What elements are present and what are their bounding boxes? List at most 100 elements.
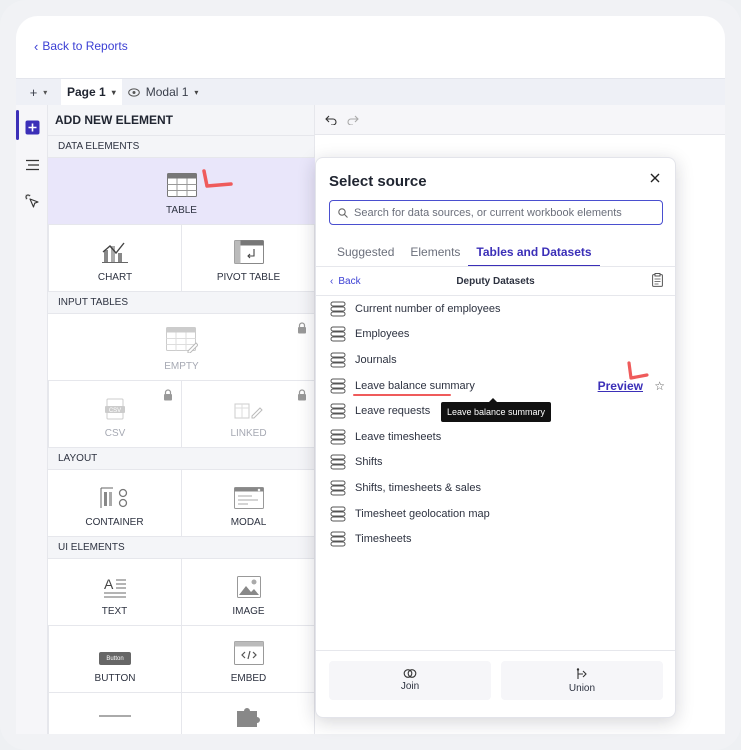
element-container-label: CONTAINER — [85, 517, 144, 528]
source-tabs: Suggested Elements Tables and Datasets — [329, 240, 600, 267]
element-button-label: BUTTON — [94, 673, 136, 684]
tooltip: Leave balance summary — [441, 398, 552, 422]
table-icon — [166, 173, 197, 197]
close-button[interactable] — [647, 170, 663, 186]
dataset-back-label: Back — [338, 275, 361, 287]
canvas-toolbar — [315, 105, 725, 135]
annotation-underline — [353, 393, 451, 396]
element-plugin[interactable] — [181, 692, 315, 734]
element-pivot-table-label: PIVOT TABLE — [216, 272, 281, 283]
dataset-item[interactable]: Shifts, timesheets & sales — [316, 475, 675, 501]
element-embed-label: EMBED — [230, 673, 267, 684]
image-icon — [236, 576, 261, 598]
undo-icon[interactable] — [325, 115, 337, 125]
button-icon-text: Button — [106, 655, 124, 662]
dataset-item-label: Leave requests — [355, 405, 431, 418]
search-field[interactable] — [329, 200, 663, 225]
element-image[interactable]: IMAGE — [181, 558, 315, 625]
element-container[interactable]: CONTAINER — [48, 469, 181, 536]
svg-text:A: A — [104, 576, 114, 592]
chart-icon — [102, 242, 128, 263]
list-icon — [25, 159, 39, 171]
dataset-item-label: Current number of employees — [355, 302, 501, 315]
dataset-item[interactable]: Leave timesheets — [316, 424, 675, 450]
dataset-item-label: Employees — [355, 328, 410, 341]
element-linked-label: LINKED — [230, 428, 267, 439]
dataset-item-label: Timesheets — [355, 533, 412, 546]
dataset-item[interactable]: Timesheet geolocation map — [316, 501, 675, 527]
embed-icon — [233, 641, 264, 665]
union-button[interactable]: Union — [501, 661, 663, 700]
element-table-label: TABLE — [166, 205, 197, 216]
element-empty-input-table[interactable]: EMPTY — [48, 313, 315, 380]
chevron-down-icon: ▾ — [111, 87, 116, 97]
add-element-panel: ADD NEW ELEMENT DATA ELEMENTS TABLE CHAR… — [48, 105, 315, 734]
element-chart[interactable]: CHART — [48, 224, 181, 291]
dataset-icon — [330, 506, 346, 522]
dataset-icon — [330, 480, 346, 496]
dataset-icon — [330, 531, 346, 547]
chevron-down-icon: ▾ — [43, 87, 48, 97]
search-input[interactable] — [354, 206, 654, 219]
section-ui-elements: UI ELEMENTS — [48, 536, 314, 558]
dataset-item[interactable]: Shifts — [316, 450, 675, 476]
redo-icon[interactable] — [347, 115, 359, 125]
dataset-icon — [330, 454, 346, 470]
element-text[interactable]: A TEXT — [48, 558, 181, 625]
chevron-left-icon: ‹ — [330, 275, 334, 287]
dataset-item-label: Shifts, timesheets & sales — [355, 481, 481, 494]
element-divider[interactable] — [48, 692, 181, 734]
tab-elements[interactable]: Elements — [402, 240, 468, 267]
dataset-item[interactable]: Employees — [316, 322, 675, 348]
svg-text:CSV: CSV — [109, 408, 121, 414]
pivot-table-icon — [233, 240, 264, 264]
element-csv[interactable]: CSV CSV — [48, 380, 181, 447]
dataset-item[interactable]: Journals — [316, 347, 675, 373]
clipboard-icon[interactable] — [652, 273, 663, 287]
dataset-icon — [330, 429, 346, 445]
lock-icon — [298, 389, 306, 401]
dataset-icon — [330, 326, 346, 342]
rail-active-indicator — [16, 110, 19, 140]
star-icon[interactable]: ☆ — [654, 379, 665, 393]
tab-page-1[interactable]: Page 1 ▾ — [61, 78, 122, 106]
dataset-item-label: Leave timesheets — [355, 430, 442, 443]
divider-icon — [99, 715, 131, 717]
union-icon — [576, 667, 587, 679]
lock-icon — [298, 322, 306, 334]
cursor-click-icon — [25, 194, 39, 208]
empty-table-icon — [165, 327, 198, 353]
interactions-rail-button[interactable] — [24, 193, 40, 209]
back-to-reports-link[interactable]: ‹ Back to Reports — [34, 39, 128, 53]
dataset-back-button[interactable]: ‹ Back — [330, 276, 361, 287]
tab-modal-1[interactable]: Modal 1 ▾ — [122, 79, 205, 106]
element-modal[interactable]: MODAL — [181, 469, 315, 536]
element-text-label: TEXT — [101, 606, 128, 617]
puzzle-icon — [236, 708, 260, 727]
dataset-title: Deputy Datasets — [456, 275, 535, 287]
container-icon — [100, 487, 127, 508]
element-chart-label: CHART — [97, 272, 133, 283]
dataset-item-hovered[interactable]: Leave balance summary Preview ☆ — [316, 361, 675, 399]
element-embed[interactable]: EMBED — [181, 625, 315, 692]
join-icon — [403, 669, 417, 678]
element-button[interactable]: Button BUTTON — [48, 625, 181, 692]
outline-rail-button[interactable] — [24, 157, 40, 173]
dataset-icon — [330, 352, 346, 368]
element-csv-label: CSV — [104, 428, 126, 439]
lock-icon — [164, 389, 172, 401]
tab-suggested[interactable]: Suggested — [329, 240, 402, 267]
element-linked[interactable]: LINKED — [181, 380, 315, 447]
add-page-button[interactable]: + ▾ — [16, 85, 61, 100]
join-label: Join — [400, 681, 420, 692]
dataset-item[interactable]: Current number of employees — [316, 296, 675, 322]
add-element-rail-button[interactable] — [24, 119, 40, 135]
element-pivot-table[interactable]: PIVOT TABLE — [181, 224, 315, 291]
element-table[interactable]: TABLE — [48, 157, 315, 224]
dataset-icon — [330, 378, 346, 394]
union-label: Union — [568, 682, 596, 694]
dataset-item[interactable]: Timesheets — [316, 526, 675, 552]
tab-tables-and-datasets[interactable]: Tables and Datasets — [468, 240, 600, 267]
left-rail — [16, 105, 48, 734]
join-button[interactable]: Join — [329, 661, 491, 700]
